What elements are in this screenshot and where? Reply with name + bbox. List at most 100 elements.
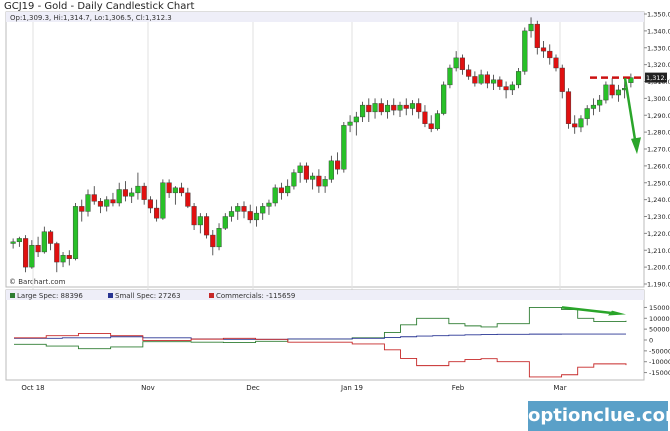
- price-chart[interactable]: Op:1,309.3, Hi:1,314.7, Lo:1,306.5, Cl:1…: [0, 0, 670, 431]
- cot-tick-label: -150000: [649, 369, 670, 377]
- candle-body: [590, 104, 597, 109]
- candle-body: [122, 189, 129, 197]
- cot-tick-label: -50000: [649, 347, 670, 355]
- price-tick-label: 1,320.0: [647, 61, 670, 69]
- candle-body: [235, 206, 241, 212]
- candle-body: [35, 244, 41, 253]
- candle-body: [322, 179, 328, 187]
- candle-body: [166, 182, 172, 194]
- candle-body: [403, 104, 409, 109]
- candle-body: [572, 123, 578, 128]
- candle-body: [491, 79, 497, 84]
- candle-body: [603, 84, 609, 101]
- candle-body: [459, 57, 465, 70]
- candle-body: [428, 123, 434, 129]
- watermark-logo: optionclue.com: [528, 401, 670, 431]
- cot-legend-label: Small Spec: 27263: [115, 292, 181, 300]
- candle-body: [216, 228, 222, 248]
- candle-body: [341, 125, 347, 170]
- price-tick-label: 1,250.0: [647, 179, 670, 187]
- candle-body: [453, 57, 459, 69]
- candle-body: [472, 76, 478, 84]
- candle-body: [559, 67, 565, 92]
- candle-body: [384, 104, 391, 113]
- candle-body: [135, 185, 141, 194]
- candle-body: [359, 104, 366, 118]
- x-axis-label: Feb: [452, 384, 465, 392]
- cot-tick-label: -100000: [649, 358, 670, 366]
- candle-body: [416, 103, 422, 113]
- candle-body: [303, 165, 309, 180]
- candle-body: [172, 187, 178, 194]
- cot-legend-swatch: [209, 293, 214, 298]
- candle-body: [185, 192, 191, 207]
- price-tick-label: 1,350.0: [647, 11, 670, 19]
- cot-legend-swatch: [10, 293, 15, 298]
- candle-body: [210, 234, 216, 248]
- x-axis-label: Oct 18: [21, 384, 44, 392]
- candle-body: [160, 182, 166, 219]
- candle-body: [104, 199, 110, 207]
- candle-body: [353, 116, 359, 123]
- candle-body: [547, 50, 553, 59]
- candle-body: [23, 238, 29, 268]
- candle-body: [129, 192, 135, 197]
- candle-body: [197, 216, 203, 226]
- x-axis-label: Jan 19: [340, 384, 363, 392]
- candle-body: [47, 231, 54, 244]
- candle-body: [540, 47, 547, 52]
- candle-body: [609, 84, 615, 96]
- candle-body: [328, 160, 334, 180]
- candle-body: [72, 206, 79, 259]
- x-axis-label: Dec: [246, 384, 260, 392]
- price-tick-label: 1,240.0: [647, 196, 670, 204]
- cot-tick-label: 100000: [649, 315, 670, 323]
- candle-body: [553, 57, 559, 69]
- candle-body: [441, 84, 447, 114]
- price-tick-label: 1,280.0: [647, 129, 670, 137]
- candle-body: [335, 160, 341, 170]
- cot-tick-label: 0: [649, 337, 653, 345]
- candle-body: [522, 30, 528, 72]
- candle-body: [41, 231, 47, 253]
- candle-body: [10, 241, 16, 244]
- cot-legend-swatch: [108, 293, 113, 298]
- candle-body: [310, 175, 316, 180]
- candle-body: [253, 212, 260, 221]
- candle-body: [278, 187, 285, 194]
- cot-tick-label: 150000: [649, 304, 670, 312]
- ohlc-legend: Op:1,309.3, Hi:1,314.7, Lo:1,306.5, Cl:1…: [10, 14, 172, 22]
- candle-body: [29, 244, 35, 268]
- candle-body: [466, 69, 472, 77]
- candle-body: [116, 189, 122, 204]
- price-tick-label: 1,330.0: [647, 44, 670, 52]
- candle-body: [247, 211, 253, 221]
- candle-body: [110, 199, 116, 204]
- candle-body: [372, 103, 378, 113]
- candle-body: [391, 104, 397, 111]
- candle-body: [565, 91, 572, 124]
- candle-body: [16, 238, 22, 243]
- candle-body: [179, 187, 185, 194]
- x-axis-label: Nov: [141, 384, 155, 392]
- cot-panel: [5, 289, 645, 381]
- price-tick-label: 1,210.0: [647, 247, 670, 255]
- candle-body: [434, 113, 441, 129]
- candle-body: [366, 104, 372, 113]
- candle-body: [484, 74, 490, 84]
- candle-body: [397, 104, 403, 111]
- candle-body: [203, 216, 210, 236]
- candle-body: [272, 187, 278, 204]
- candle-body: [528, 23, 534, 32]
- candle-body: [347, 121, 353, 126]
- candle-body: [54, 243, 60, 263]
- candle-body: [316, 175, 322, 187]
- price-tick-label: 1,190.0: [647, 281, 670, 289]
- candle-body: [478, 74, 484, 84]
- cot-legend-label: Commercials: -115659: [216, 292, 295, 300]
- price-tick-label: 1,290.0: [647, 112, 670, 120]
- candle-body: [228, 211, 235, 217]
- candle-body: [79, 206, 85, 212]
- candle-body: [447, 67, 453, 86]
- candle-body: [66, 255, 72, 259]
